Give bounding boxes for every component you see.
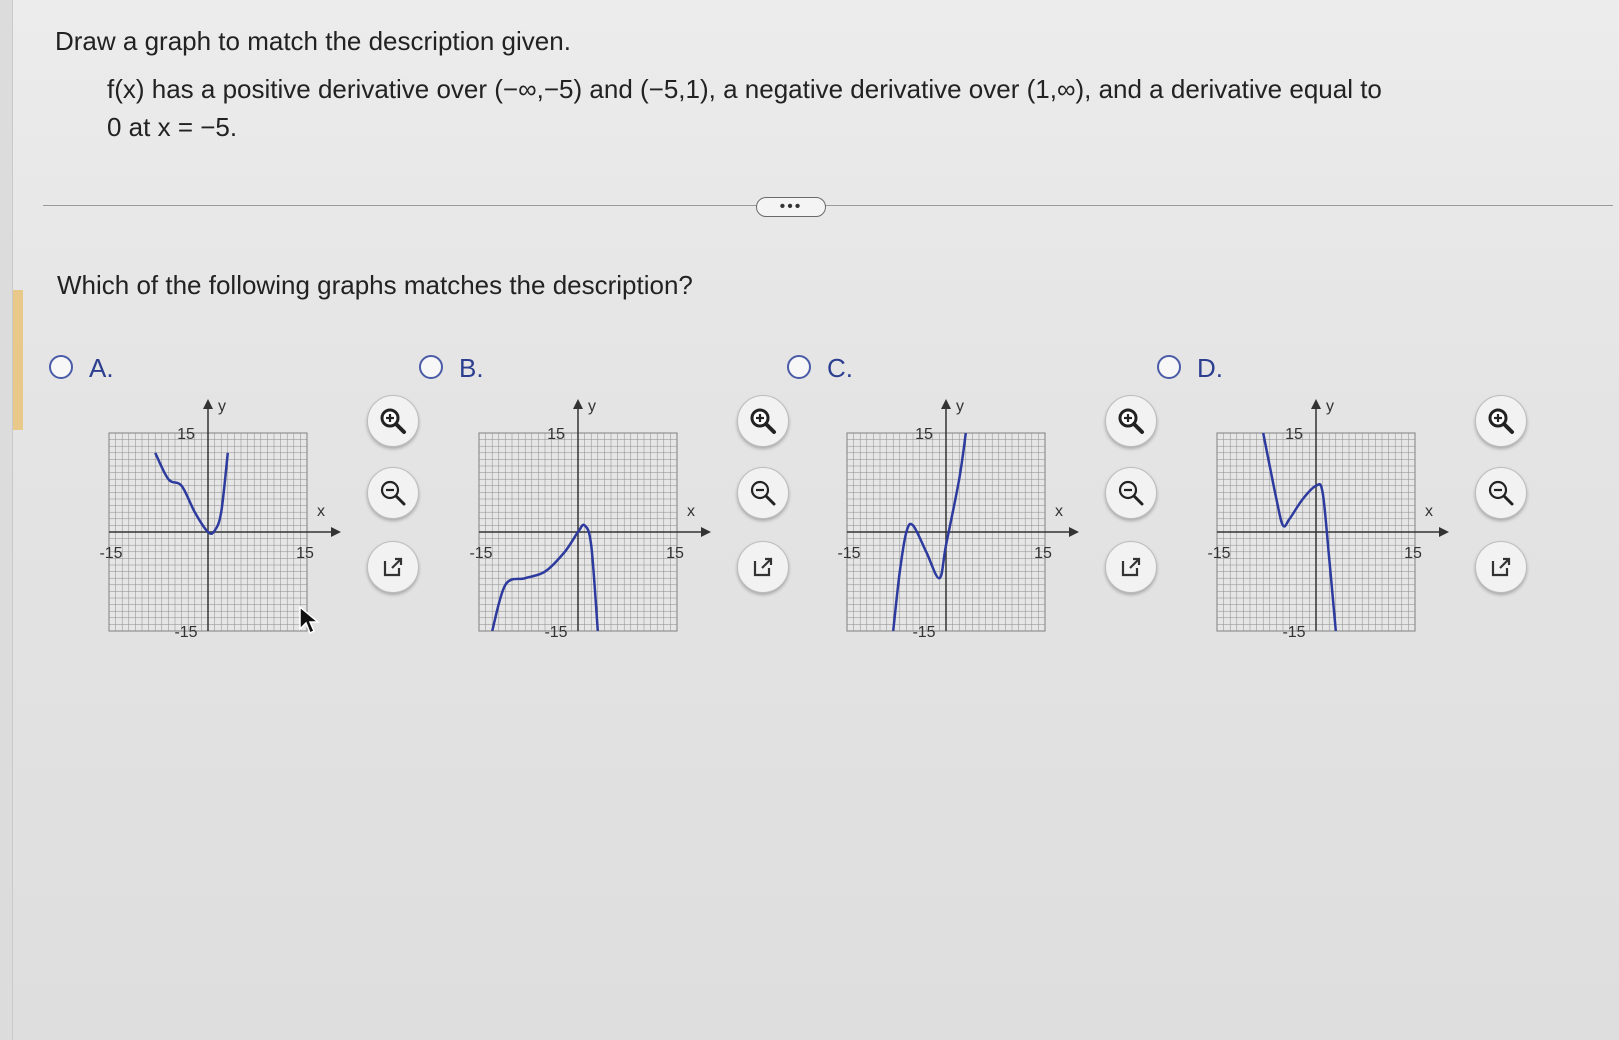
y-axis-label: y (1326, 398, 1334, 415)
option-a: A. y x 15 -15 -15 15 (49, 353, 419, 655)
x-axis-label: x (1055, 503, 1063, 520)
option-c: C. y x 15 -15 -15 15 (787, 353, 1157, 655)
y-min-tick-label: -15 (1282, 624, 1305, 641)
zoom-out-icon (750, 480, 776, 506)
option-d-radio[interactable] (1157, 355, 1181, 379)
option-b-radio[interactable] (419, 355, 443, 379)
mouse-cursor-icon (298, 605, 321, 640)
zoom-out-icon (380, 480, 406, 506)
y-min-tick-label: -15 (544, 624, 567, 641)
prompt-body: f(x) has a positive derivative over (−∞,… (107, 70, 1587, 146)
zoom-in-icon (1118, 408, 1144, 434)
external-link-icon (1491, 557, 1511, 577)
y-min-tick-label: -15 (174, 624, 197, 641)
divider (43, 205, 1613, 206)
zoom-out-icon (1488, 480, 1514, 506)
zoom-out-button[interactable] (1105, 467, 1157, 519)
external-link-button[interactable] (1475, 541, 1527, 593)
zoom-in-button[interactable] (1105, 395, 1157, 447)
y-min-tick-label: -15 (912, 624, 935, 641)
option-b-graph: y x 15 -15 -15 15 (469, 398, 711, 641)
y-axis-label: y (956, 398, 964, 415)
x-max-tick-label: 15 (666, 545, 684, 562)
zoom-out-icon (1118, 480, 1144, 506)
x-max-tick-label: 15 (296, 545, 314, 562)
prompt-line-2: 0 at x = −5. (107, 112, 238, 142)
x-axis-label: x (687, 503, 695, 520)
zoom-out-button[interactable] (1475, 467, 1527, 519)
x-min-tick-label: -15 (1207, 545, 1230, 562)
y-max-tick-label: 15 (1285, 426, 1303, 443)
page: Draw a graph to match the description gi… (12, 0, 1619, 1040)
x-axis-label: x (317, 503, 325, 520)
left-accent-strip (13, 290, 23, 430)
option-d-graph: y x 15 -15 -15 15 (1207, 398, 1449, 641)
option-a-radio[interactable] (49, 355, 73, 379)
option-d-label[interactable]: D. (1197, 353, 1223, 384)
x-max-tick-label: 15 (1404, 545, 1422, 562)
show-more-button[interactable]: ••• (756, 197, 826, 217)
x-min-tick-label: -15 (837, 545, 860, 562)
external-link-icon (1121, 557, 1141, 577)
y-max-tick-label: 15 (177, 426, 195, 443)
x-max-tick-label: 15 (1034, 545, 1052, 562)
x-min-tick-label: -15 (469, 545, 492, 562)
option-a-label[interactable]: A. (89, 353, 114, 384)
y-axis-label: y (218, 398, 226, 415)
external-link-button[interactable] (1105, 541, 1157, 593)
option-b: B. y x 15 -15 -15 15 (419, 353, 789, 655)
prompt-title: Draw a graph to match the description gi… (55, 26, 571, 56)
zoom-out-button[interactable] (367, 467, 419, 519)
zoom-in-icon (380, 408, 406, 434)
zoom-in-button[interactable] (737, 395, 789, 447)
external-link-icon (753, 557, 773, 577)
zoom-in-icon (1488, 408, 1514, 434)
option-c-radio[interactable] (787, 355, 811, 379)
option-b-label[interactable]: B. (459, 353, 484, 384)
external-link-button[interactable] (367, 541, 419, 593)
option-d: D. y x 15 -15 -15 15 (1157, 353, 1527, 655)
x-axis-label: x (1425, 503, 1433, 520)
prompt-line-1: f(x) has a positive derivative over (−∞,… (107, 74, 1382, 104)
zoom-in-button[interactable] (1475, 395, 1527, 447)
option-c-graph: y x 15 -15 -15 15 (837, 398, 1079, 641)
external-link-icon (383, 557, 403, 577)
external-link-button[interactable] (737, 541, 789, 593)
option-c-label[interactable]: C. (827, 353, 853, 384)
y-max-tick-label: 15 (547, 426, 565, 443)
y-max-tick-label: 15 (915, 426, 933, 443)
zoom-in-button[interactable] (367, 395, 419, 447)
zoom-in-icon (750, 408, 776, 434)
x-min-tick-label: -15 (99, 545, 122, 562)
question-text: Which of the following graphs matches th… (57, 270, 693, 300)
zoom-out-button[interactable] (737, 467, 789, 519)
y-axis-label: y (588, 398, 596, 415)
